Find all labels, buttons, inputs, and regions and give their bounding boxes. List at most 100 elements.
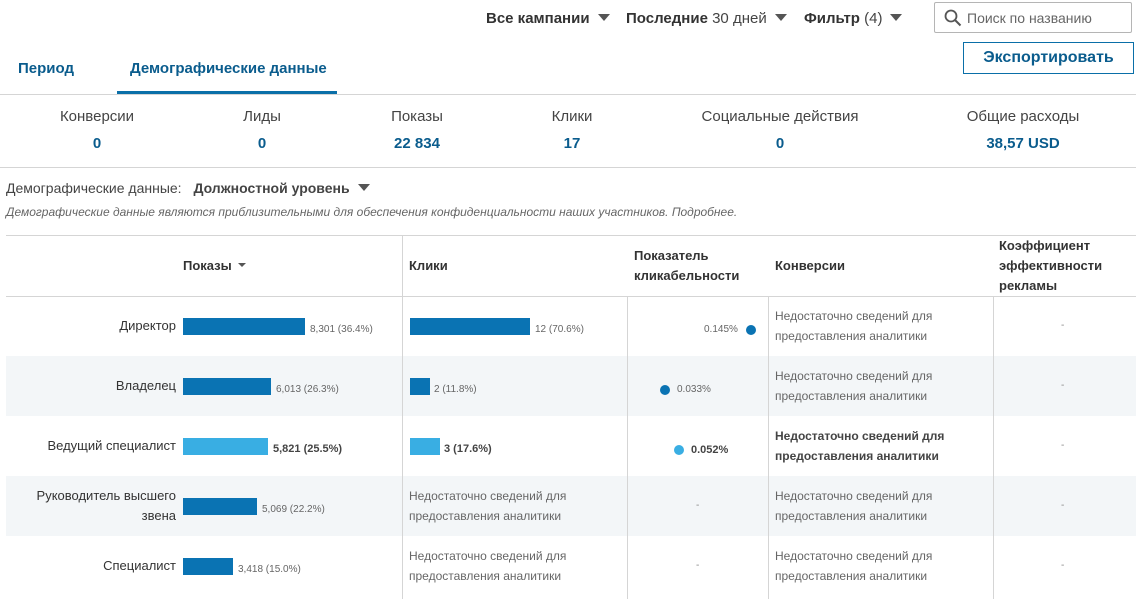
tab-period[interactable]: Период [18,60,74,77]
period-dropdown[interactable]: Последние 30 дней [626,10,787,27]
filter-label: Фильтр [804,10,860,27]
chevron-down-icon [597,14,610,21]
row-label: Руководитель высшего звена [37,486,176,526]
stat-value: 0 [92,135,102,152]
chevron-down-icon [774,14,787,21]
row-label: Ведущий специалист [47,438,176,453]
stat-label: Конверсии [59,108,135,125]
ctr-value: 0.145% [704,324,738,335]
clicks-value: 12 (70.6%) [535,324,584,335]
column-header-conversions[interactable]: Конверсии [775,256,845,276]
chevron-down-icon [357,184,370,191]
stat-value: 0 [775,135,785,152]
row-label: Специалист [103,558,176,573]
ctr-dot [660,385,670,395]
ctr-value: 0.052% [691,444,729,456]
ctr-dot [746,325,756,335]
clicks-insufficient: Недостаточно сведений для предоставления … [409,546,566,586]
campaigns-dropdown-label: Все кампании [486,10,590,27]
row-label-line: Руководитель высшего [36,488,176,503]
ctr-value: - [696,500,700,511]
insufficient-text: Недостаточно сведений для [775,489,933,503]
column-divider [627,297,628,599]
export-button[interactable]: Экспортировать [963,42,1134,74]
column-divider [768,297,769,599]
ctr-value: 0.033% [677,384,711,395]
insufficient-text: предоставления аналитики [409,509,562,523]
stat-label: Социальные действия [701,108,859,125]
stat-clicks: Клики 17 [522,108,622,152]
clicks-bar [410,318,530,335]
divider [0,94,1136,95]
insufficient-text: предоставления аналитики [775,569,928,583]
conversions-insufficient: Недостаточно сведений для предоставления … [775,486,932,526]
row-label: Директор [119,318,176,333]
column-header-label: Показы [183,258,232,273]
impressions-value: 6,013 (26.3%) [276,384,339,395]
stat-social-actions: Социальные действия 0 [690,108,870,152]
campaigns-dropdown[interactable]: Все кампании [486,10,610,27]
impressions-bar [183,558,233,575]
column-header-roas[interactable]: Коэффициент эффективности рекламы [999,236,1102,296]
stat-label: Лиды [243,108,281,125]
stat-value: 0 [257,135,267,152]
stat-total-spend: Общие расходы 38,57 USD [948,108,1098,152]
column-header-label: кликабельности [634,268,740,283]
stat-leads: Лиды 0 [212,108,312,152]
search-input[interactable] [967,7,1127,29]
tab-demographics[interactable]: Демографические данные [130,60,327,77]
column-header-label: рекламы [999,278,1058,293]
row-label: Владелец [115,378,176,393]
period-prefix: Последние [626,10,708,27]
column-header-label: Показатель [634,248,709,263]
demographics-note: Демографические данные являются приблизи… [6,205,738,219]
stat-label: Показы [391,108,443,125]
impressions-value: 5,821 (25.5%) [273,443,343,455]
roas-value: - [1061,560,1065,571]
demographics-dropdown[interactable]: Должностной уровень [193,180,370,196]
filter-dropdown[interactable]: Фильтр (4) [804,10,903,27]
search-icon [944,9,962,27]
clicks-value: 2 (11.8%) [434,384,477,395]
search-box [934,2,1132,33]
stat-label: Общие расходы [966,108,1080,125]
clicks-bar [410,438,440,455]
impressions-bar [183,318,305,335]
divider [6,235,1136,236]
stat-impressions: Показы 22 834 [367,108,467,152]
column-header-clicks[interactable]: Клики [409,256,448,276]
impressions-bar [183,378,271,395]
column-header-impressions[interactable]: Показы [183,256,246,276]
insufficient-text: предоставления аналитики [775,449,939,463]
stat-conversions: Конверсии 0 [47,108,147,152]
insufficient-text: Недостаточно сведений для [775,309,933,323]
column-header-ctr[interactable]: Показатель кликабельности [634,246,739,286]
insufficient-text: Недостаточно сведений для [775,549,933,563]
column-header-label: эффективности [999,258,1103,273]
conversions-insufficient: Недостаточно сведений для предоставления … [775,426,944,466]
insufficient-text: Недостаточно сведений для [775,369,933,383]
insufficient-text: предоставления аналитики [775,329,928,343]
clicks-insufficient: Недостаточно сведений для предоставления … [409,486,566,526]
stat-value: 38,57 USD [986,135,1060,152]
insufficient-text: предоставления аналитики [409,569,562,583]
insufficient-text: Недостаточно сведений для [409,489,567,503]
demographics-selected: Должностной уровень [193,180,350,196]
roas-value: - [1061,500,1065,511]
sort-down-icon [237,263,246,267]
column-divider [993,297,994,599]
insufficient-text: предоставления аналитики [775,389,928,403]
row-label-line: звена [141,508,176,523]
insufficient-text: Недостаточно сведений для [409,549,567,563]
stat-label: Клики [551,108,593,125]
insufficient-text: Недостаточно сведений для [775,429,945,443]
ctr-value: - [696,560,700,571]
period-value: 30 дней [712,10,767,27]
impressions-value: 3,418 (15.0%) [238,564,301,575]
impressions-bar [183,438,268,455]
chevron-down-icon [890,14,903,21]
top-toolbar: Все кампании Последние 30 дней Фильтр (4… [0,0,1136,40]
roas-value: - [1061,440,1065,451]
clicks-bar [410,378,430,395]
conversions-insufficient: Недостаточно сведений для предоставления … [775,366,932,406]
